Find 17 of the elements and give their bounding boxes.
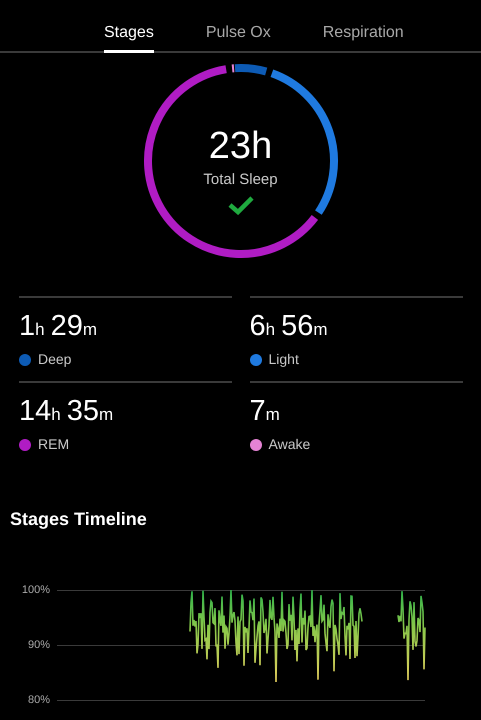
axis-label: 90% [26, 638, 50, 653]
duration-value: 1h 29m [19, 310, 98, 344]
total-sleep-label: Total Sleep [203, 170, 278, 190]
total-sleep-value: 23h [208, 125, 272, 167]
duration-value: 14h 35m [19, 395, 114, 429]
stage-name: Awake [268, 435, 310, 454]
axis-label: 100% [20, 582, 50, 598]
tab[interactable]: Stages [104, 0, 154, 53]
axis-label: 80% [26, 692, 50, 708]
stage-name: Light [268, 350, 299, 369]
duration-value: 6h 56m [250, 310, 329, 344]
stage-name: REM [38, 435, 70, 454]
tab[interactable]: Respiration [322, 0, 404, 53]
section-title: Stages Timeline [9, 508, 148, 531]
duration-value: 7m [250, 395, 281, 429]
tab[interactable]: Pulse Ox [206, 0, 271, 53]
stage-name: Deep [38, 350, 72, 369]
